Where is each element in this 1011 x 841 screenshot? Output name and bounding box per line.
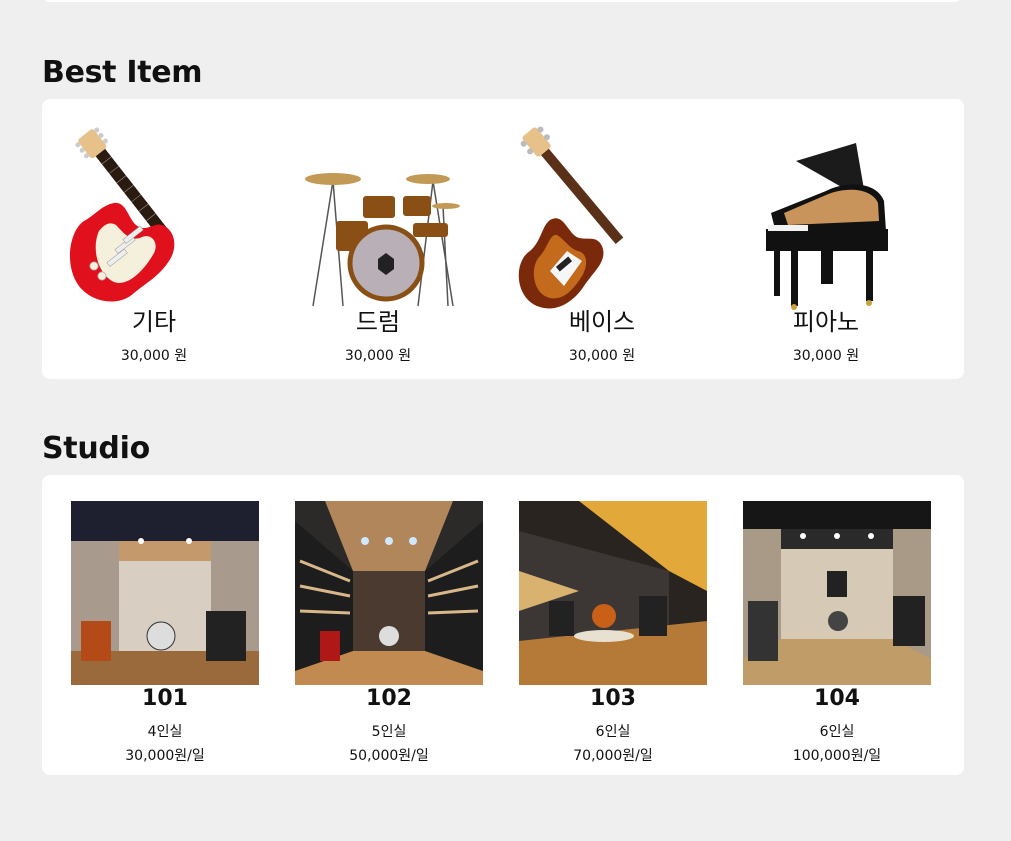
best-item-heading: Best Item	[42, 55, 203, 90]
studio-photo	[743, 501, 931, 685]
studio-room-rate: 100,000원/일	[792, 748, 882, 764]
best-item-price: 30,000 원	[568, 348, 636, 364]
studio-room-rate: 70,000원/일	[573, 748, 653, 764]
best-item-price: 30,000 원	[792, 348, 860, 364]
studio-heading: Studio	[42, 431, 150, 466]
best-item-name: 베이스	[568, 308, 636, 336]
studio-photo	[71, 501, 259, 685]
studio-photo	[519, 501, 707, 685]
best-item-name: 드럼	[355, 308, 401, 336]
studio-room-capacity: 6인실	[819, 724, 855, 740]
studio-room-number: 102	[366, 686, 412, 711]
studio-room-rate: 30,000원/일	[125, 748, 205, 764]
studio-room-rate: 50,000원/일	[349, 748, 429, 764]
studio-room-capacity: 5인실	[371, 724, 407, 740]
bass-guitar-icon	[518, 126, 624, 309]
drum-kit-icon	[305, 173, 460, 307]
studio-photo	[295, 501, 483, 685]
best-item-price: 30,000 원	[344, 348, 412, 364]
studio-room-capacity: 6인실	[595, 724, 631, 740]
best-item-name: 피아노	[792, 308, 860, 336]
best-item-price: 30,000 원	[120, 348, 188, 364]
best-item-card: 기타 30,000 원 드럼 30,000 원 베이스 30,000 원 피아노…	[42, 99, 964, 379]
studio-room-number: 101	[142, 686, 188, 711]
studio-room-number: 104	[814, 686, 860, 711]
best-item-name: 기타	[131, 308, 177, 336]
grand-piano-icon	[766, 143, 888, 310]
studio-room-capacity: 4인실	[147, 724, 183, 740]
previous-section-card	[42, 0, 962, 2]
studio-room-number: 103	[590, 686, 636, 711]
studio-card: 101 4인실 30,000원/일 102 5인실 50,000원/일 103 …	[42, 475, 964, 775]
electric-guitar-icon	[69, 127, 175, 302]
